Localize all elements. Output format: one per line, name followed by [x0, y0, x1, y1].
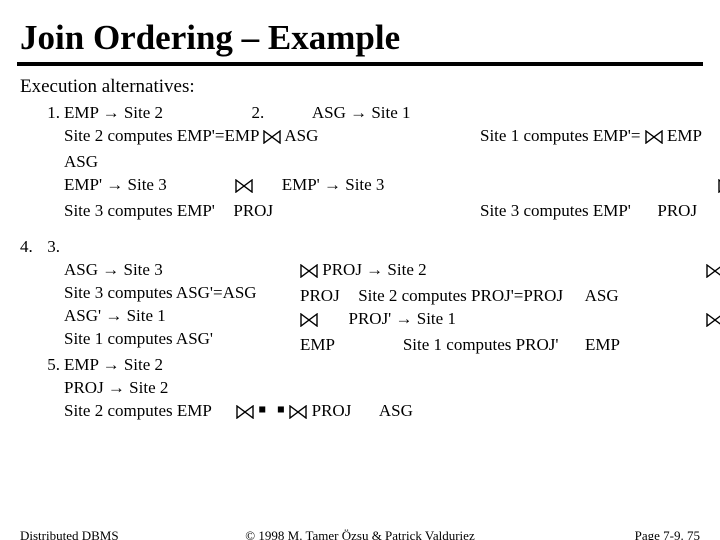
alt2-line1: ASG → Site 1 [312, 103, 411, 122]
alt2-line2a: Site 1 computes EMP'= [480, 126, 640, 145]
footer-right: Page 7-9. 75 [635, 528, 700, 540]
alt1-line2b: ASG [284, 126, 318, 145]
alt3-line2b: PROJ [300, 286, 340, 305]
join-icon [706, 262, 720, 285]
title-rule [17, 62, 703, 66]
alt3-line4a: Site 1 computes ASG' [64, 329, 213, 348]
alt2-line5b: PROJ [657, 201, 697, 220]
alt4-line2a: Site 2 computes PROJ'=PROJ [358, 286, 563, 305]
alt5-line2: PROJ → Site 2 [64, 377, 664, 400]
body-area: 1. EMP → Site 2 2. ASG → Site 1 Site 2 c… [20, 102, 700, 434]
alt5-line1: EMP → Site 2 [64, 354, 664, 377]
alt1-line2a: Site 2 computes EMP'=EMP [64, 126, 259, 145]
alt1-line3: ASG [64, 151, 474, 174]
alt5-number: 5. [40, 354, 60, 377]
alt4-number: 4. [20, 237, 33, 256]
join-icon [706, 311, 720, 334]
alt5-line3b: PROJ [312, 401, 352, 420]
alt4-line4a: Site 1 computes PROJ' [403, 335, 559, 354]
alt2-line4: EMP' → Site 3 [282, 175, 385, 194]
alt4-line3: PROJ' → Site 1 [349, 309, 456, 328]
alt1-line5b: PROJ [233, 201, 273, 220]
placeholder-box: ￭ ￭ [258, 402, 285, 425]
alt3-number: 3. [40, 236, 60, 259]
alt4-line4b: EMP [585, 335, 620, 354]
alt3-line3: ASG' → Site 1 [64, 305, 294, 328]
alt2-line2b: EMP [667, 126, 702, 145]
alt2-number: 2. [252, 103, 265, 122]
alt1-number: 1. [40, 102, 60, 125]
footer-center: © 1998 M. Tamer Özsu & Patrick Valduriez [0, 528, 720, 540]
alt3-line2a: Site 3 computes ASG'=ASG [64, 283, 257, 302]
alt1-line5a: Site 3 computes EMP' [64, 201, 215, 220]
alt4-line2b: ASG [585, 286, 619, 305]
join-icon [645, 128, 663, 151]
join-icon [289, 403, 307, 426]
alt4-line1: PROJ → Site 2 [322, 260, 426, 279]
join-icon [236, 403, 254, 426]
alt1-line4: EMP' → Site 3 [64, 175, 167, 194]
subheading: Execution alternatives: [20, 76, 700, 98]
join-icon [235, 177, 253, 200]
alt1-line1: EMP → Site 2 [64, 103, 163, 122]
alt3-line4b: EMP [300, 335, 334, 354]
join-icon [300, 262, 318, 285]
alt3-line1: ASG → Site 3 [64, 259, 294, 282]
slide-title: Join Ordering – Example [20, 18, 700, 58]
alt5-line3c: ASG [379, 401, 413, 420]
join-icon [263, 128, 281, 151]
join-icon [300, 311, 318, 334]
alt5-line3a: Site 2 computes EMP [64, 401, 211, 420]
alt2-line5a: Site 3 computes EMP' [480, 201, 631, 220]
